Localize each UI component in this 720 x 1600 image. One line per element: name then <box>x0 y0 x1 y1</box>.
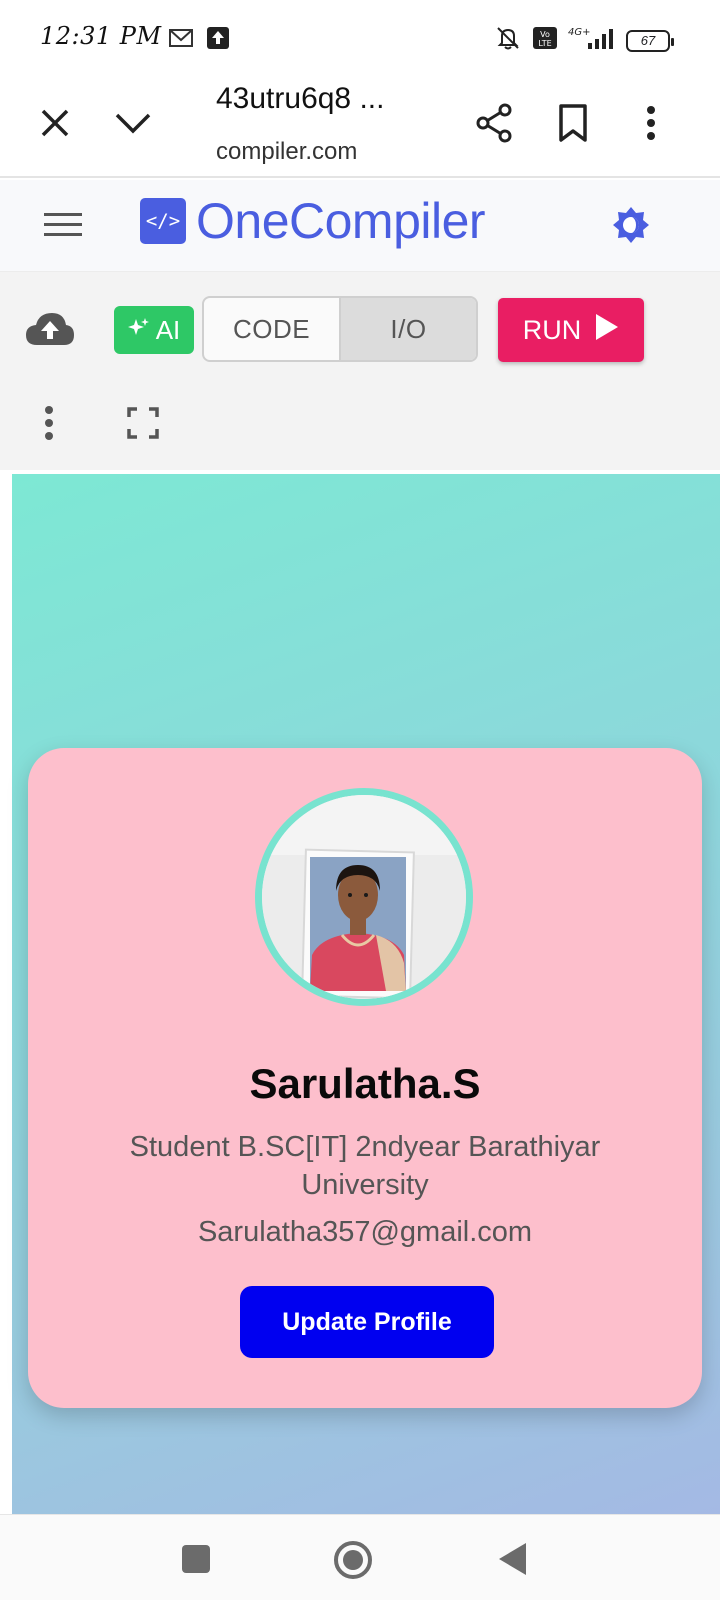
code-io-toggle: CODE I/O <box>202 296 478 362</box>
play-icon <box>595 313 619 348</box>
signal-4g-icon: 4G+ <box>568 25 616 56</box>
tab-title: 43utru6q8 ... <box>216 82 385 115</box>
status-bar: 12:31 PM Vo LTE 4G+ 67 <box>0 0 720 76</box>
mail-icon <box>168 27 194 54</box>
profile-photo <box>262 795 466 999</box>
sparkle-icon <box>127 315 150 346</box>
bell-muted-icon <box>494 24 522 57</box>
url-text[interactable]: compiler.com <box>216 138 357 166</box>
editor-toolbar: AI CODE I/O RUN <box>0 272 720 470</box>
onecompiler-header: </> OneCompiler <box>0 180 720 272</box>
upload-icon <box>206 26 230 55</box>
fullscreen-icon[interactable] <box>122 402 164 444</box>
chevron-down-icon[interactable] <box>112 102 154 144</box>
hamburger-menu-icon[interactable] <box>42 206 84 244</box>
svg-text:Vo: Vo <box>540 30 550 39</box>
system-nav-bar <box>0 1514 720 1600</box>
profile-name: Sarulatha.S <box>249 1060 481 1107</box>
profile-description: Student B.SC[IT] 2ndyear Barathiyar Univ… <box>129 1131 601 1201</box>
ai-button[interactable]: AI <box>114 306 194 354</box>
volte-icon: Vo LTE <box>532 26 558 55</box>
share-icon[interactable] <box>472 100 516 146</box>
profile-email: Sarulatha357@gmail.com <box>197 1216 533 1248</box>
browser-toolbar: 43utru6q8 ... compiler.com <box>0 76 720 178</box>
run-label: RUN <box>522 314 582 345</box>
more-vert-icon[interactable] <box>634 100 668 146</box>
svg-text:4G+: 4G+ <box>568 27 591 38</box>
status-system-icons: Vo LTE 4G+ 67 <box>494 24 674 57</box>
back-icon[interactable] <box>492 1539 532 1579</box>
status-time: 12:31 PM <box>40 22 162 50</box>
status-notification-icons <box>168 26 230 55</box>
recents-icon[interactable] <box>176 1539 216 1579</box>
bookmark-icon[interactable] <box>552 100 594 146</box>
run-button[interactable]: RUN <box>498 298 644 362</box>
svg-text:LTE: LTE <box>538 39 551 48</box>
ai-label: AI <box>155 314 181 345</box>
tab-io[interactable]: I/O <box>339 298 476 360</box>
home-icon[interactable] <box>330 1537 376 1583</box>
cloud-upload-icon[interactable] <box>24 308 76 350</box>
more-options-icon[interactable] <box>34 402 64 444</box>
logo-text[interactable]: OneCompiler <box>196 192 486 250</box>
logo-icon[interactable]: </> <box>140 198 186 244</box>
close-icon[interactable] <box>34 102 76 144</box>
output-panel: Sarulatha.S Student B.SC[IT] 2ndyear Bar… <box>12 474 720 1514</box>
battery-icon: 67 <box>626 29 674 52</box>
avatar <box>255 788 473 1006</box>
update-profile-button[interactable]: Update Profile <box>240 1286 494 1358</box>
tab-code[interactable]: CODE <box>204 298 339 360</box>
theme-toggle-icon[interactable] <box>610 204 652 246</box>
profile-card: Sarulatha.S Student B.SC[IT] 2ndyear Bar… <box>28 748 702 1408</box>
